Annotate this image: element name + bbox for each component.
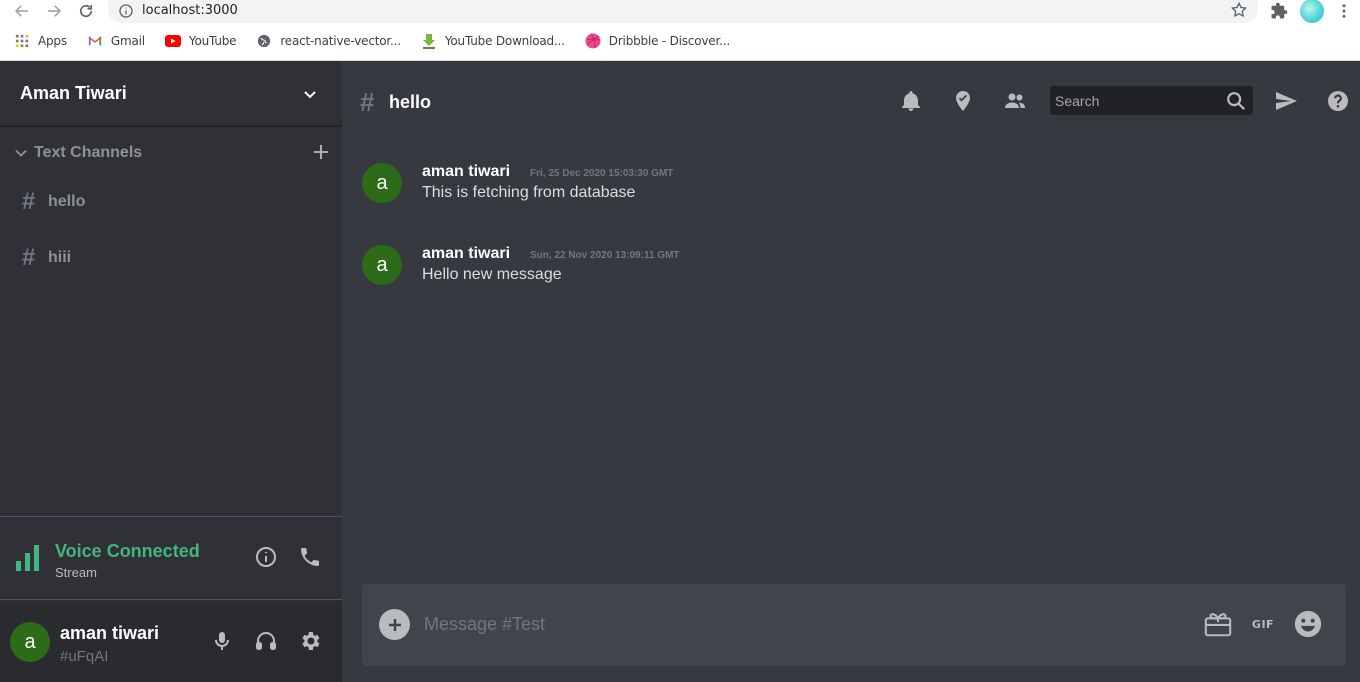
chat-area: # hello a aman tiwari Fri, 25 Dec 2020 1… (342, 61, 1360, 682)
info-icon[interactable] (254, 545, 278, 569)
chat-header: # hello (342, 61, 1360, 141)
bookmark-label: Gmail (110, 34, 145, 48)
bookmark-youtube-download[interactable]: YouTube Download... (407, 33, 571, 49)
bookmark-label: YouTube Download... (444, 34, 565, 48)
extensions-icon[interactable] (1268, 0, 1290, 22)
chevron-down-icon (15, 149, 27, 157)
hash-icon: # (22, 244, 36, 271)
hash-icon: # (360, 87, 375, 117)
url-text: localhost:3000 (142, 3, 238, 18)
browser-toolbar: localhost:3000 Apps Gmail YouTube react-… (0, 0, 1360, 61)
message-composer: GIF (362, 584, 1346, 666)
message-item[interactable]: a aman tiwari Fri, 25 Dec 2020 15:03:30 … (362, 163, 1322, 223)
category-text-channels[interactable]: Text Channels (14, 141, 330, 165)
gmail-icon (87, 33, 103, 49)
forward-button[interactable] (42, 0, 66, 22)
globe-icon (256, 33, 272, 49)
message-author[interactable]: aman tiwari (422, 163, 510, 181)
category-label: Text Channels (34, 144, 143, 161)
server-header[interactable]: Aman Tiwari (0, 61, 342, 127)
search-icon[interactable] (1225, 90, 1247, 112)
search-field (1050, 86, 1253, 115)
dribbble-icon (585, 33, 601, 49)
more-menu-icon[interactable] (1333, 0, 1355, 22)
user-panel: a aman tiwari #uFqAI (0, 601, 342, 682)
bookmark-apps[interactable]: Apps (0, 33, 73, 49)
send-icon[interactable] (1274, 89, 1298, 113)
message-timestamp: Fri, 25 Dec 2020 15:03:30 GMT (530, 168, 674, 179)
apps-grid-icon (14, 33, 30, 49)
bell-icon[interactable] (899, 89, 923, 113)
message-input[interactable] (424, 604, 1184, 644)
gift-icon[interactable] (1202, 608, 1234, 640)
headphones-icon[interactable] (254, 629, 278, 653)
server-name: Aman Tiwari (20, 82, 127, 103)
avatar[interactable]: a (362, 245, 402, 285)
chevron-down-icon[interactable] (302, 86, 318, 102)
help-icon[interactable] (1326, 89, 1350, 113)
bookmark-gmail[interactable]: Gmail (73, 33, 151, 49)
profile-avatar[interactable] (1300, 0, 1324, 23)
bookmark-dribbble[interactable]: Dribbble - Discover... (571, 33, 736, 49)
bookmark-label: react-native-vector... (280, 34, 401, 48)
youtube-icon (164, 33, 181, 49)
back-button[interactable] (10, 0, 34, 22)
hash-icon: # (22, 188, 36, 215)
message-author[interactable]: aman tiwari (422, 245, 510, 263)
bookmark-label: YouTube (188, 34, 237, 48)
signal-bars-icon[interactable] (16, 543, 42, 571)
channel-name: hello (48, 193, 86, 210)
bookmark-star-icon[interactable] (1230, 1, 1248, 19)
user-tag: #uFqAI (60, 648, 109, 665)
bookmark-youtube[interactable]: YouTube (151, 33, 242, 49)
phone-icon[interactable] (298, 545, 322, 569)
emoji-icon[interactable] (1292, 608, 1324, 640)
download-icon (421, 33, 437, 49)
message-timestamp: Sun, 22 Nov 2020 13:09:11 GMT (530, 250, 680, 261)
channel-name: hiii (48, 249, 72, 266)
avatar[interactable]: a (362, 163, 402, 203)
channel-title: hello (389, 92, 432, 112)
add-channel-icon[interactable] (312, 143, 330, 161)
gif-button[interactable]: GIF (1247, 608, 1279, 640)
channel-sidebar: Aman Tiwari Text Channels # hello # hiii… (0, 61, 342, 682)
gear-icon[interactable] (298, 629, 322, 653)
message-item[interactable]: a aman tiwari Sun, 22 Nov 2020 13:09:11 … (362, 245, 1322, 305)
voice-status: Voice Connected (55, 541, 200, 561)
add-attachment-button[interactable] (379, 609, 410, 640)
bookmark-label: Dribbble - Discover... (608, 34, 730, 48)
plus-icon (388, 618, 401, 631)
info-icon (119, 3, 133, 18)
bookmarks-bar: Apps Gmail YouTube react-native-vector..… (0, 28, 736, 54)
message-text: This is fetching from database (422, 184, 636, 201)
pin-icon[interactable] (951, 89, 975, 113)
message-text: Hello new message (422, 266, 562, 283)
channel-item-hiii[interactable]: # hiii (22, 240, 322, 276)
address-bar[interactable]: localhost:3000 (108, 0, 1258, 23)
voice-connected-panel: Voice Connected Stream (0, 516, 342, 600)
reload-button[interactable] (74, 0, 98, 22)
channel-item-hello[interactable]: # hello (22, 184, 322, 220)
voice-sub-label: Stream (55, 565, 97, 580)
bookmark-react-native-vector[interactable]: react-native-vector... (242, 33, 407, 49)
avatar[interactable]: a (10, 622, 50, 662)
user-name: aman tiwari (60, 623, 160, 643)
microphone-icon[interactable] (210, 629, 234, 653)
gif-label: GIF (1251, 617, 1275, 631)
members-icon[interactable] (1003, 89, 1027, 113)
bookmark-label: Apps (38, 34, 67, 48)
search-input[interactable] (1050, 86, 1220, 115)
